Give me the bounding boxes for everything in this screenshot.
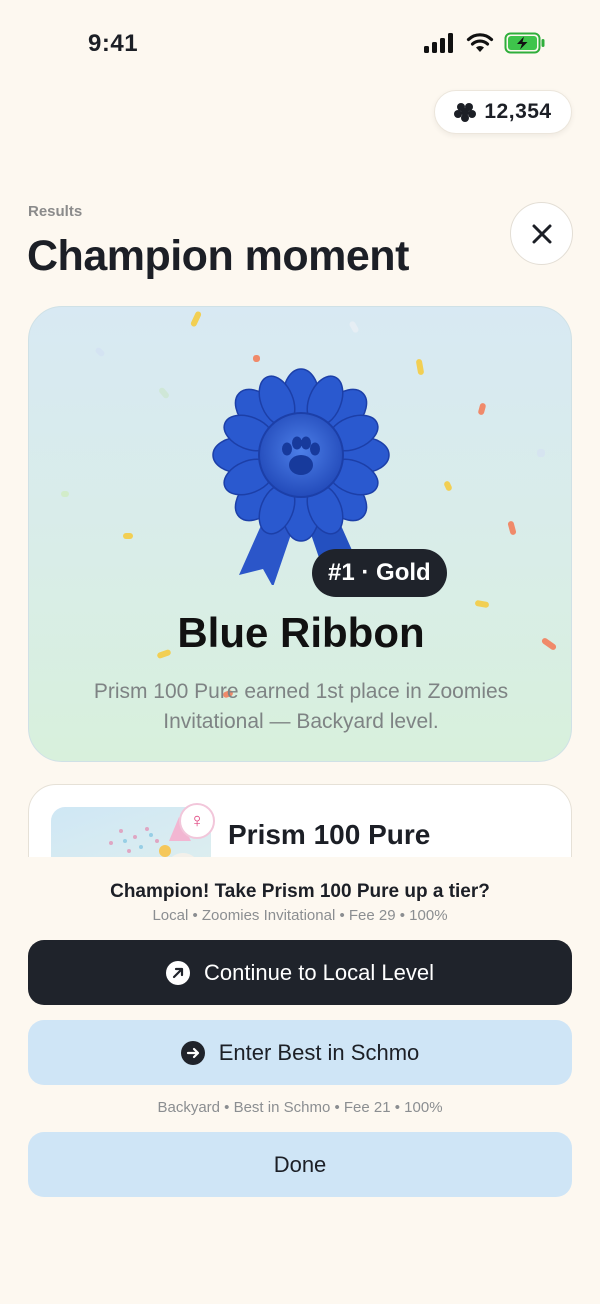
female-gender-icon: ♀ [179, 803, 215, 839]
status-time: 9:41 [88, 30, 139, 57]
continue-button-label: Continue to Local Level [204, 959, 434, 985]
status-bar: 9:41 [0, 0, 600, 90]
confetti-piece [477, 402, 487, 416]
award-hero-card: #1 · Gold Blue Ribbon Prism 100 Pure ear… [28, 306, 572, 762]
confetti-piece [443, 480, 453, 492]
confetti-piece [474, 599, 490, 609]
confetti-piece [507, 520, 517, 536]
battery-charging-icon [504, 32, 545, 54]
confetti-piece [94, 346, 106, 358]
arrow-up-right-icon [166, 960, 191, 985]
confetti-piece [189, 310, 203, 328]
continue-to-local-button[interactable]: Continue to Local Level [28, 940, 572, 1005]
done-button[interactable]: Done [28, 1132, 572, 1197]
arrow-right-icon [180, 1040, 205, 1065]
status-icons [424, 32, 546, 54]
enter-best-in-schmo-button[interactable]: Enter Best in Schmo [28, 1020, 572, 1085]
rank-badge: #1 · Gold [312, 549, 447, 597]
confetti-piece [537, 449, 545, 457]
pet-name: Prism 100 Pure [228, 819, 431, 850]
award-description: Prism 100 Pure earned 1st place in Zoomi… [93, 680, 509, 733]
enter-button-label: Enter Best in Schmo [218, 1039, 420, 1065]
confetti-piece [415, 358, 425, 376]
confetti-piece [157, 386, 171, 400]
confetti-piece [348, 320, 360, 334]
award-title: Blue Ribbon [177, 609, 425, 656]
done-button-label: Done [273, 1151, 327, 1177]
close-button[interactable] [510, 202, 573, 265]
cta-headline: Champion! Take Prism 100 Pure up a tier? [110, 881, 490, 902]
primary-event-meta: Local • Zoomies Invitational • Fee 29 • … [152, 907, 448, 924]
paw-coin-icon [454, 103, 477, 122]
confetti-piece [61, 491, 69, 497]
confetti-piece [253, 355, 260, 362]
confetti-piece [123, 533, 133, 539]
coin-balance-value: 12,354 [484, 100, 552, 123]
wifi-icon [466, 33, 494, 52]
page-title: Champion moment [27, 232, 409, 280]
section-eyebrow: Results [28, 203, 83, 220]
cellular-signal-icon [424, 33, 453, 53]
coin-balance-pill[interactable]: 12,354 [434, 90, 572, 134]
secondary-event-meta: Backyard • Best in Schmo • Fee 21 • 100% [157, 1099, 443, 1116]
close-icon [532, 224, 551, 243]
next-step-sheet: Champion! Take Prism 100 Pure up a tier?… [0, 857, 600, 1304]
